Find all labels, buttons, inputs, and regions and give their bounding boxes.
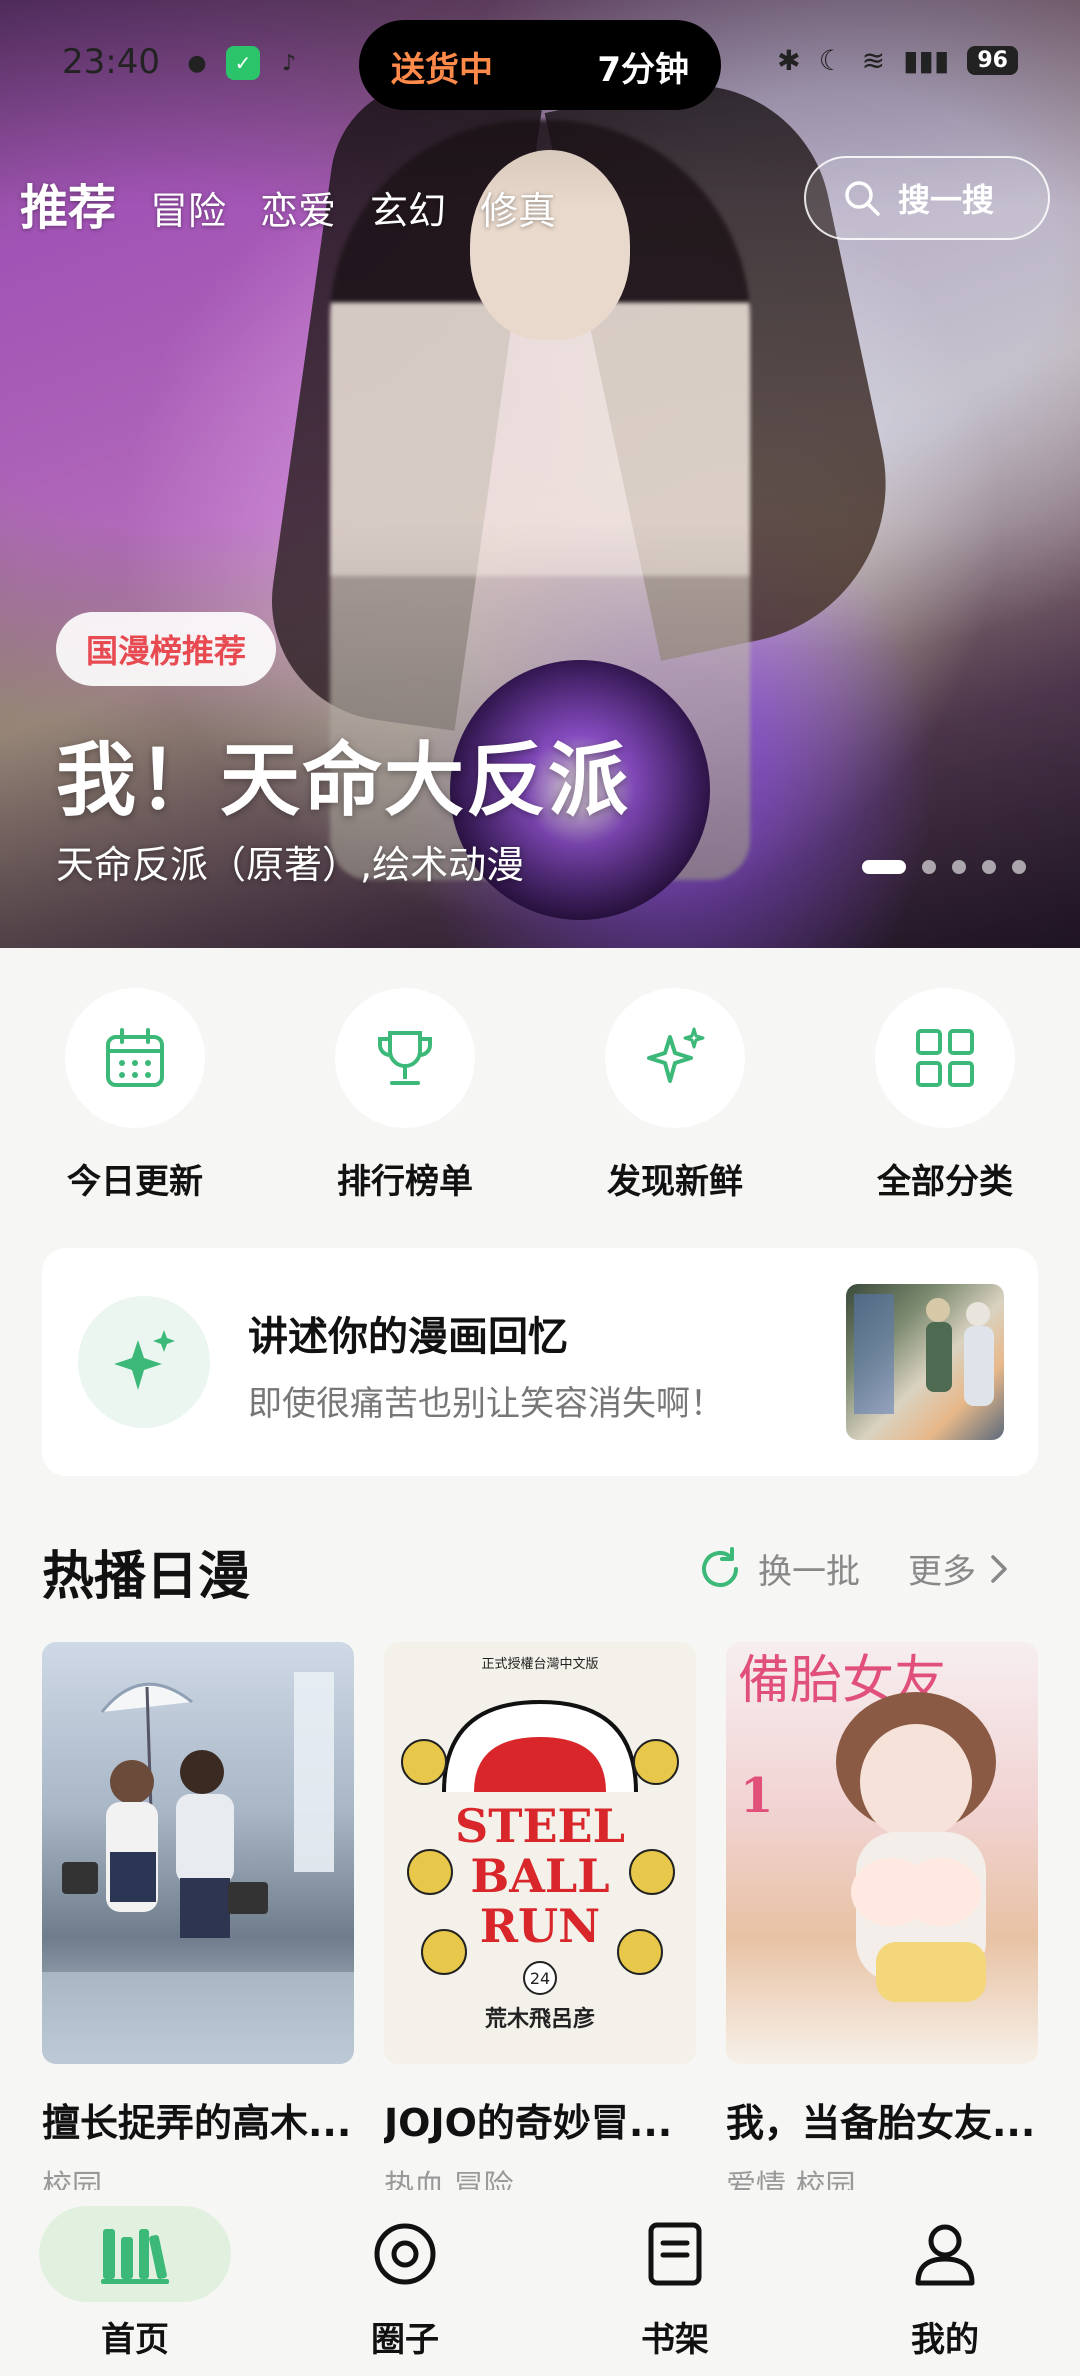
status-bar: 23:40 ● ✓ ♪ 送货中 7分钟 ✱ ☾ ≋ ▮▮▮ 96 <box>0 0 1080 130</box>
refresh-icon <box>702 1546 738 1587</box>
book-cover: 正式授權台灣中文版 STEEL BALL RUN 24 荒木飛呂彦 <box>384 1642 696 2064</box>
bluetooth-icon: ✱ <box>777 44 801 77</box>
trophy-icon <box>335 988 475 1128</box>
tab-cultivation[interactable]: 修真 <box>480 180 556 235</box>
hero-tag-badge: 国漫榜推荐 <box>56 612 277 686</box>
book-card[interactable]: 備胎女友 1 我，当备胎女友... 爱情 校园 <box>726 1642 1038 2205</box>
tab-bookshelf[interactable]: 书架 <box>540 2190 810 2376</box>
book-title: 擅长捉弄的高木... <box>42 2101 352 2145</box>
signal-icon: ▮▮▮ <box>903 44 950 77</box>
sparkles-icon <box>605 988 745 1128</box>
cover-title-3: RUN <box>480 1899 600 1953</box>
quick-entries: 今日更新 排行榜单 发现新鲜 全部分类 <box>0 988 1080 1203</box>
refresh-label: 换一批 <box>758 1552 860 1592</box>
memory-card-thumbnail <box>846 1284 1004 1440</box>
book-card[interactable]: 擅长捉弄的高木... 校园 <box>42 1642 354 2205</box>
bottom-tab-bar: 首页 圈子 书架 我的 <box>0 2190 1080 2376</box>
status-time: 23:40 <box>62 42 160 82</box>
cover-author: 荒木飛呂彦 <box>485 2006 595 2032</box>
tab-fantasy[interactable]: 玄幻 <box>370 180 446 235</box>
tab-label: 我的 <box>911 2320 979 2360</box>
entry-label: 排行榜单 <box>337 1162 473 1202</box>
entry-rankings[interactable]: 排行榜单 <box>270 988 540 1203</box>
chevron-right-icon <box>991 1554 1007 1583</box>
carousel-dot[interactable] <box>1012 860 1026 874</box>
entry-discover[interactable]: 发现新鲜 <box>540 988 810 1203</box>
shield-icon: ✓ <box>226 46 260 80</box>
carousel-dot[interactable] <box>922 860 936 874</box>
bookshelf-icon <box>579 2206 771 2302</box>
tab-label: 书架 <box>641 2320 709 2360</box>
carousel-dot[interactable] <box>982 860 996 874</box>
book-cover <box>42 1642 354 2064</box>
top-category-nav: 推荐 冒险 恋爱 玄幻 修真 <box>20 168 556 238</box>
hero-banner[interactable]: 23:40 ● ✓ ♪ 送货中 7分钟 ✱ ☾ ≋ ▮▮▮ 96 推荐 冒险 恋… <box>0 0 1080 948</box>
carousel-dots <box>862 860 1026 874</box>
cover-top-text: 正式授權台灣中文版 <box>481 1657 598 1672</box>
sparkles-icon <box>78 1296 210 1428</box>
page: 23:40 ● ✓ ♪ 送货中 7分钟 ✱ ☾ ≋ ▮▮▮ 96 推荐 冒险 恋… <box>0 0 1080 2376</box>
memory-card-title: 讲述你的漫画回忆 <box>248 1314 568 1360</box>
entry-label: 发现新鲜 <box>607 1162 743 1202</box>
memory-card-subtitle: 即使很痛苦也别让笑容消失啊！ <box>248 1384 724 1424</box>
tab-recommend[interactable]: 推荐 <box>20 168 116 238</box>
book-title: 我，当备胎女友... <box>726 2101 1036 2145</box>
profile-icon <box>849 2206 1041 2302</box>
tab-label: 圈子 <box>371 2320 439 2360</box>
memory-card[interactable]: 讲述你的漫画回忆 即使很痛苦也别让笑容消失啊！ <box>42 1248 1038 1476</box>
more-button[interactable]: 更多 <box>908 1544 1010 1593</box>
cover-title-2: BALL <box>470 1849 609 1903</box>
island-delivery-status: 送货中 <box>391 50 493 90</box>
search-icon <box>845 181 880 216</box>
book-row: 擅长捉弄的高木... 校园 正式授權台灣中文版 STEEL BALL RUN 2… <box>42 1642 1038 2205</box>
wifi-icon: ≋ <box>861 44 886 77</box>
book-cover: 備胎女友 1 <box>726 1642 1038 2064</box>
hero-title[interactable]: 我！天命大反派 <box>56 716 630 832</box>
battery-indicator: 96 <box>967 46 1018 75</box>
circle-target-icon <box>309 2206 501 2302</box>
cover-title-1: STEEL <box>455 1799 625 1853</box>
dynamic-island[interactable]: 送货中 7分钟 <box>359 20 721 110</box>
hero-subtitle: 天命反派（原著）,绘术动漫 <box>56 843 525 887</box>
book-card[interactable]: 正式授權台灣中文版 STEEL BALL RUN 24 荒木飛呂彦 JOJO的奇… <box>384 1642 696 2205</box>
tab-label: 首页 <box>101 2320 169 2360</box>
moon-icon: ☾ <box>818 44 844 77</box>
tab-romance[interactable]: 恋爱 <box>260 180 336 235</box>
tab-adventure[interactable]: 冒险 <box>150 180 226 235</box>
entry-all-categories[interactable]: 全部分类 <box>810 988 1080 1203</box>
search-button[interactable]: 搜一搜 <box>804 156 1050 240</box>
tiktok-icon: ♪ <box>281 50 297 76</box>
status-right: ✱ ☾ ≋ ▮▮▮ 96 <box>777 44 1018 77</box>
cover-number: 1 <box>740 1768 773 1824</box>
tab-circle[interactable]: 圈子 <box>270 2190 540 2376</box>
search-label: 搜一搜 <box>898 181 995 219</box>
entry-today-updates[interactable]: 今日更新 <box>0 988 270 1203</box>
entry-label: 今日更新 <box>67 1162 203 1202</box>
tab-profile[interactable]: 我的 <box>810 2190 1080 2376</box>
tab-home[interactable]: 首页 <box>0 2190 270 2376</box>
grid-icon <box>875 988 1015 1128</box>
island-eta: 7分钟 <box>597 50 689 90</box>
status-app-icons: ● ✓ ♪ <box>180 46 306 80</box>
more-label: 更多 <box>908 1552 976 1592</box>
entry-label: 全部分类 <box>877 1162 1013 1202</box>
section-title: 热播日漫 <box>42 1547 251 1607</box>
calendar-icon <box>65 988 205 1128</box>
refresh-batch-button[interactable]: 换一批 <box>696 1544 860 1593</box>
home-books-icon <box>39 2206 231 2302</box>
book-title: JOJO的奇妙冒... <box>384 2101 673 2145</box>
carousel-dot[interactable] <box>952 860 966 874</box>
cover-volume: 24 <box>530 1969 550 1988</box>
wechat-icon: ● <box>187 50 207 76</box>
carousel-dot[interactable] <box>862 860 906 874</box>
